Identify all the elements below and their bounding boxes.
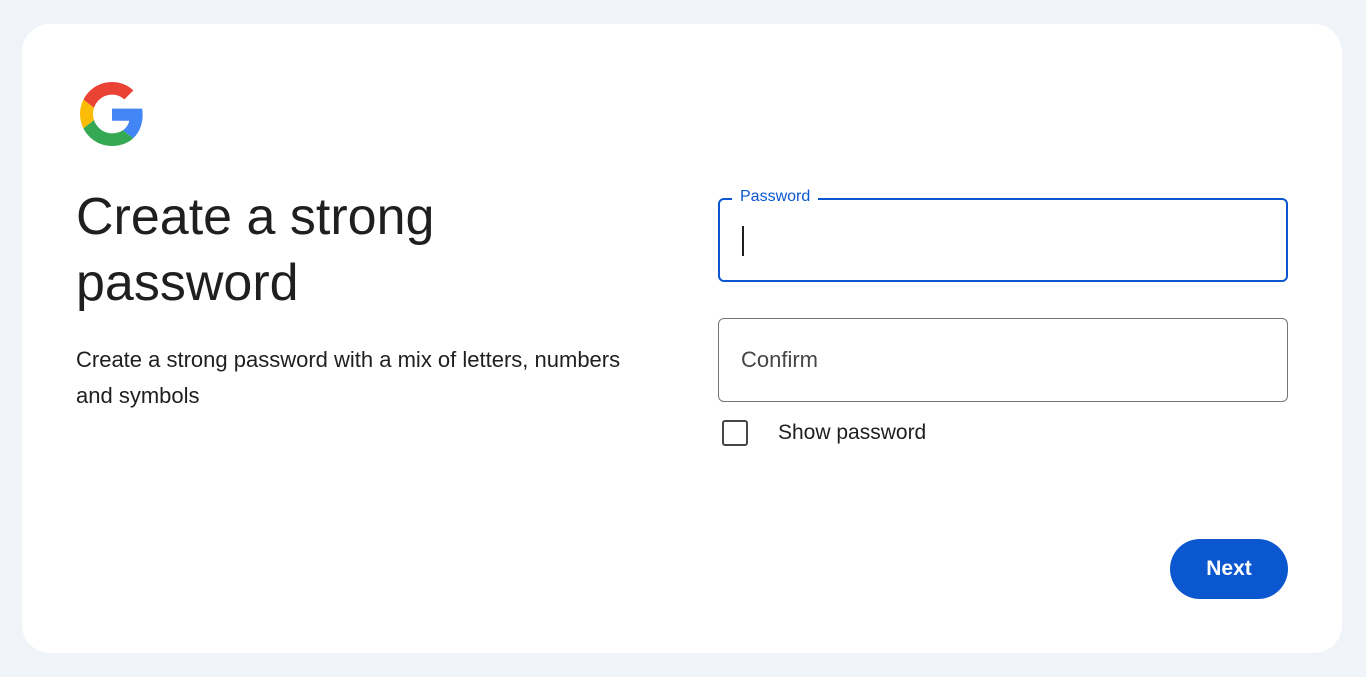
show-password-checkbox[interactable] <box>722 420 748 446</box>
page-subtitle: Create a strong password with a mix of l… <box>76 347 621 408</box>
show-password-label[interactable]: Show password <box>778 421 926 445</box>
confirm-input[interactable] <box>719 319 1287 401</box>
signup-card: Create a strong password Create a strong… <box>22 24 1342 653</box>
password-field[interactable]: Password <box>718 187 1288 282</box>
password-input[interactable] <box>720 200 1286 280</box>
confirm-field[interactable] <box>718 318 1288 402</box>
next-button[interactable]: Next <box>1170 539 1288 599</box>
show-password-row[interactable]: Show password <box>722 418 926 448</box>
page-title: Create a strong password <box>76 188 435 312</box>
google-g-icon <box>80 82 144 146</box>
